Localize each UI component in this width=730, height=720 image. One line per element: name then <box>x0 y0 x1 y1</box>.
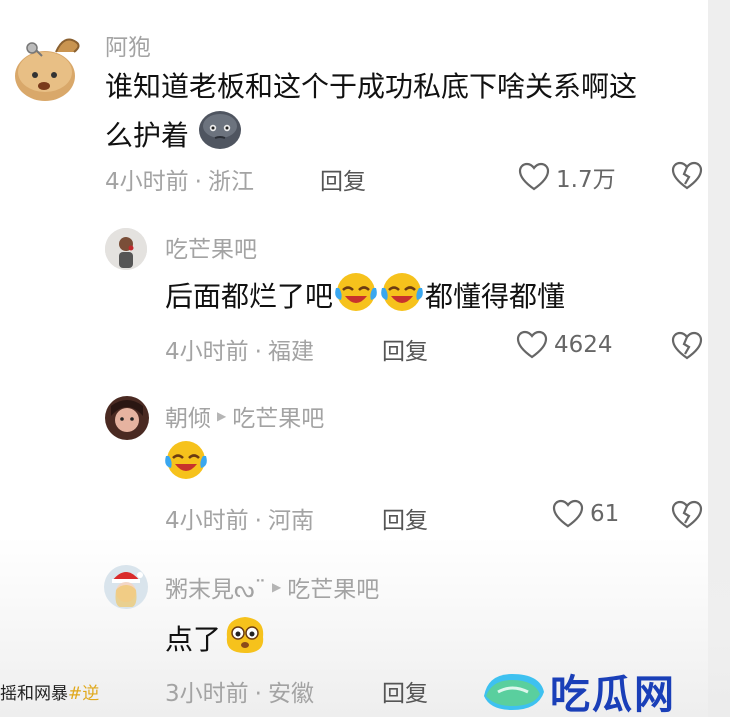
avatar[interactable] <box>105 396 149 440</box>
reply-to-user[interactable]: 吃芒果吧 <box>232 399 324 433</box>
like-button[interactable]: 4624 <box>516 330 613 360</box>
crying-laughing-emoji <box>163 438 209 494</box>
comment-meta: 3小时前 · 安徽 <box>165 681 314 707</box>
reply-to-user[interactable]: 吃芒果吧 <box>287 570 379 604</box>
comment-author[interactable]: 粥末見ᔓ¨ ▶ 吃芒果吧 <box>165 570 379 604</box>
like-count: 4624 <box>554 332 613 358</box>
avatar[interactable] <box>12 30 82 102</box>
comment-item: 阿狍 谁知道老板和这个于成功私底下啥关系啊这 么护着 4小时前·浙江 回复 <box>0 0 708 200</box>
watermark-text: 吃瓜网 <box>550 671 676 718</box>
reply-button[interactable]: 回复 <box>382 332 428 366</box>
comment-meta: 4小时前 · 福建 <box>165 339 314 365</box>
surprised-face-emoji <box>221 613 269 669</box>
site-watermark: 吃瓜网 <box>478 664 724 718</box>
comment-author[interactable]: 吃芒果吧 <box>165 230 257 264</box>
dislike-button[interactable] <box>670 500 704 534</box>
broken-heart-icon <box>671 161 703 190</box>
comment-meta: 4小时前 · 河南 <box>165 508 314 534</box>
moon-face-emoji <box>198 110 242 164</box>
video-caption-ticker: 摇和网暴#逆 <box>0 684 100 704</box>
broken-heart-icon <box>671 500 703 529</box>
comment-item: 吃芒果吧 后面都烂了吧 都懂得都懂 4小时前 · 福建 回复 4624 <box>0 210 708 370</box>
comment-text <box>163 438 209 494</box>
comment-meta: 4小时前 · 浙江 <box>105 169 254 195</box>
comment-text: 点了 <box>165 613 269 669</box>
crying-laughing-emoji <box>333 270 379 326</box>
reply-arrow-icon: ▶ <box>272 580 282 594</box>
heart-icon <box>552 499 584 528</box>
avatar[interactable] <box>104 565 148 609</box>
reply-arrow-icon: ▶ <box>217 409 227 423</box>
reply-button[interactable]: 回复 <box>382 674 428 708</box>
like-count: 1.7万 <box>556 167 616 193</box>
crying-laughing-emoji <box>379 270 425 326</box>
comment-item: 朝倾 ▶ 吃芒果吧 4小时前 · 河南 回复 61 <box>0 380 708 540</box>
reply-button[interactable]: 回复 <box>382 501 428 535</box>
heart-icon <box>516 330 548 359</box>
comment-author[interactable]: 阿狍 <box>105 28 151 62</box>
comment-author[interactable]: 朝倾 ▶ 吃芒果吧 <box>165 399 324 433</box>
watermark-logo <box>478 666 550 716</box>
reply-button[interactable]: 回复 <box>320 162 366 196</box>
heart-icon <box>518 162 550 191</box>
comment-text: 后面都烂了吧 都懂得都懂 <box>165 270 565 326</box>
hashtag: #逆 <box>68 684 100 704</box>
like-button[interactable]: 61 <box>552 499 619 529</box>
broken-heart-icon <box>671 331 703 360</box>
like-count: 61 <box>590 501 620 527</box>
dislike-button[interactable] <box>670 331 704 365</box>
dislike-button[interactable] <box>670 161 704 195</box>
comment-text: 谁知道老板和这个于成功私底下啥关系啊这 么护着 <box>105 64 705 164</box>
right-edge-strip <box>708 0 730 717</box>
like-button[interactable]: 1.7万 <box>518 160 616 194</box>
avatar[interactable] <box>105 228 147 270</box>
